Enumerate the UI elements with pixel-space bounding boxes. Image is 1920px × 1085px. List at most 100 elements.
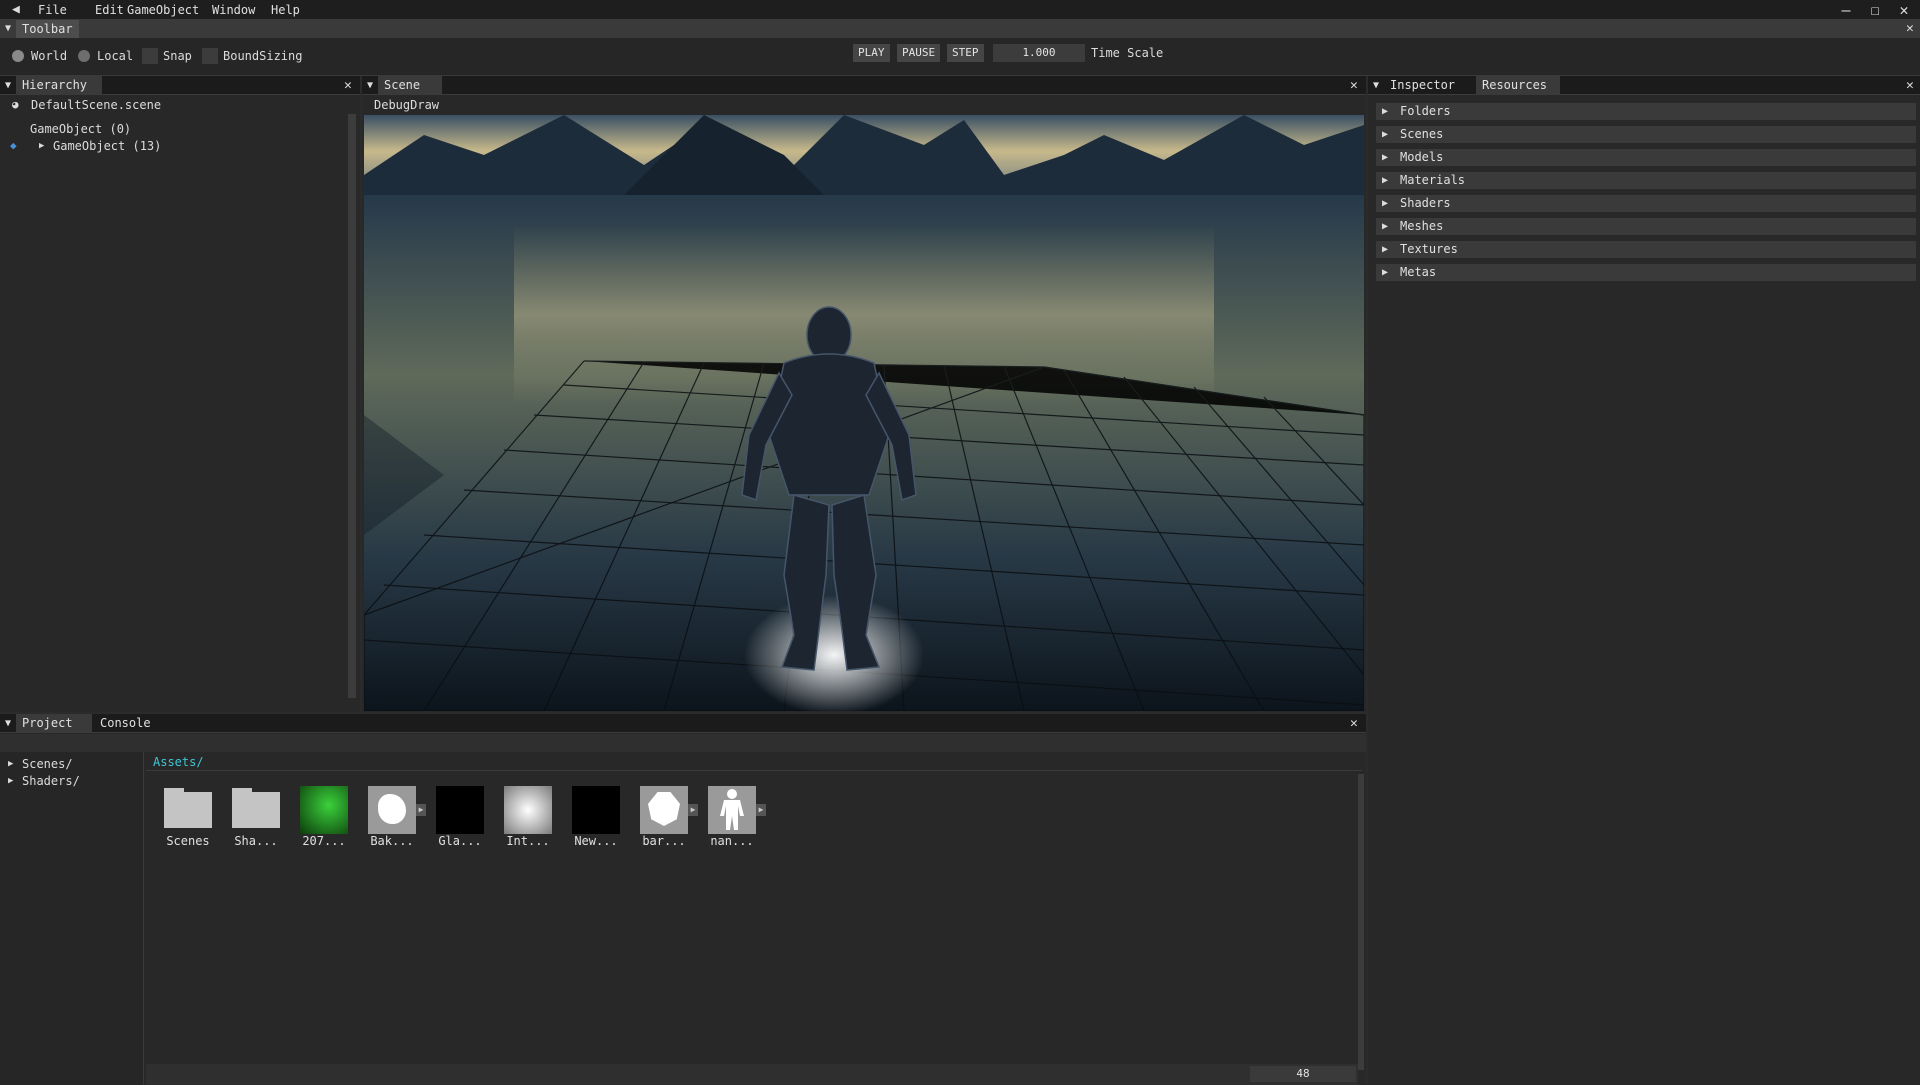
expand-arrow-icon[interactable]: ▶ bbox=[688, 804, 698, 816]
collapse-icon[interactable]: ▼ bbox=[1373, 76, 1379, 95]
close-hierarchy-icon[interactable]: ✕ bbox=[344, 76, 352, 95]
resource-metas[interactable]: ▶ Metas bbox=[1376, 264, 1916, 281]
collapse-icon[interactable]: ▼ bbox=[5, 714, 11, 733]
resource-models[interactable]: ▶ Models bbox=[1376, 149, 1916, 166]
expand-arrow-icon[interactable]: ▶ bbox=[8, 773, 13, 789]
assets-breadcrumb[interactable]: Assets/ bbox=[153, 754, 204, 770]
project-tree: ▶ Scenes/ ▶ Shaders/ bbox=[0, 752, 144, 1085]
step-button[interactable]: STEP bbox=[947, 44, 984, 62]
tree-item-shaders[interactable]: Shaders/ bbox=[22, 773, 80, 789]
resource-materials[interactable]: ▶ Materials bbox=[1376, 172, 1916, 189]
close-project-icon[interactable]: ✕ bbox=[1350, 714, 1358, 733]
menu-bar: ◀ File Edit GameObject Window Help – ☐ ✕ bbox=[0, 0, 1920, 20]
collapse-icon[interactable]: ▼ bbox=[367, 76, 373, 95]
tab-hierarchy[interactable]: Hierarchy bbox=[16, 76, 102, 95]
tree-item-scenes[interactable]: Scenes/ bbox=[22, 756, 73, 772]
scene-viewport[interactable] bbox=[364, 115, 1364, 711]
close-toolbar-icon[interactable]: ✕ bbox=[1906, 20, 1914, 38]
collapse-icon[interactable]: ▼ bbox=[5, 20, 11, 38]
assets-scrollbar[interactable] bbox=[1358, 774, 1364, 1070]
asset-item[interactable]: Gla... bbox=[426, 786, 486, 856]
maximize-icon[interactable]: ☐ bbox=[1861, 0, 1889, 20]
time-scale-input[interactable]: 1.000 bbox=[993, 44, 1085, 62]
resource-scenes[interactable]: ▶ Scenes bbox=[1376, 126, 1916, 143]
divider bbox=[146, 770, 1362, 771]
expand-arrow-icon[interactable]: ▶ bbox=[416, 804, 426, 816]
boundsizing-checkbox[interactable] bbox=[202, 48, 218, 64]
scene-render bbox=[364, 115, 1364, 711]
menu-file[interactable]: File bbox=[33, 0, 72, 20]
expand-arrow-icon: ▶ bbox=[1382, 175, 1389, 186]
app-logo-icon: ◀ bbox=[12, 2, 20, 17]
pause-button[interactable]: PAUSE bbox=[897, 44, 941, 62]
expand-arrow-icon: ▶ bbox=[1382, 198, 1389, 209]
play-button[interactable]: PLAY bbox=[853, 44, 890, 62]
gradient-texture-icon bbox=[504, 786, 552, 834]
boundsizing-label: BoundSizing bbox=[223, 49, 303, 63]
menu-help[interactable]: Help bbox=[266, 0, 305, 20]
expand-arrow-icon: ▶ bbox=[1382, 267, 1389, 278]
tab-project[interactable]: Project bbox=[16, 714, 92, 733]
tab-scene[interactable]: Scene bbox=[378, 76, 442, 95]
asset-item[interactable]: ▶ Bak... bbox=[358, 786, 426, 856]
tab-inspector[interactable]: Inspector bbox=[1384, 76, 1461, 95]
world-radio[interactable] bbox=[12, 50, 24, 62]
hierarchy-item[interactable]: GameObject (0) bbox=[30, 121, 131, 137]
resource-folders[interactable]: ▶ Folders bbox=[1376, 103, 1916, 120]
hierarchy-scrollbar[interactable] bbox=[348, 114, 356, 698]
debugdraw-label[interactable]: DebugDraw bbox=[374, 97, 439, 113]
asset-item[interactable]: ▶ nan... bbox=[698, 786, 766, 856]
expand-arrow-icon[interactable]: ▶ bbox=[39, 138, 44, 154]
tab-console[interactable]: Console bbox=[94, 714, 157, 733]
hierarchy-titlebar: ▼ Hierarchy ✕ bbox=[0, 76, 360, 95]
scene-icon: ◕ bbox=[12, 98, 19, 111]
local-label: Local bbox=[97, 49, 134, 63]
menu-window[interactable]: Window bbox=[207, 0, 260, 20]
snap-label: Snap bbox=[163, 49, 192, 63]
resource-textures[interactable]: ▶ Textures bbox=[1376, 241, 1916, 258]
asset-item[interactable]: New... bbox=[562, 786, 622, 856]
snap-checkbox[interactable] bbox=[142, 48, 158, 64]
close-scene-icon[interactable]: ✕ bbox=[1350, 76, 1358, 95]
minimize-icon[interactable]: – bbox=[1832, 0, 1860, 20]
asset-item[interactable]: ▶ bar... bbox=[630, 786, 698, 856]
toolbar-panel: ▼ Toolbar ✕ World Local Snap BoundSizing… bbox=[0, 20, 1920, 76]
black-texture-icon bbox=[572, 786, 620, 834]
inspector-titlebar: ▼ Inspector Resources ✕ bbox=[1368, 76, 1920, 95]
hierarchy-panel: ▼ Hierarchy ✕ ◕ DefaultScene.scene GameO… bbox=[0, 76, 360, 712]
expand-arrow-icon[interactable]: ▶ bbox=[8, 756, 13, 772]
toolbar-title: Toolbar bbox=[16, 20, 79, 38]
hierarchy-item[interactable]: GameObject (13) bbox=[53, 138, 161, 154]
expand-arrow-icon[interactable]: ▶ bbox=[756, 804, 766, 816]
expand-arrow-icon: ▶ bbox=[1382, 152, 1389, 163]
collapse-icon[interactable]: ▼ bbox=[5, 76, 11, 95]
model-thumbnail-icon bbox=[640, 786, 688, 834]
thumbnail-size-slider[interactable]: 48 bbox=[1250, 1066, 1356, 1082]
toolbar-titlebar: ▼ Toolbar ✕ bbox=[0, 20, 1920, 38]
resource-shaders[interactable]: ▶ Shaders bbox=[1376, 195, 1916, 212]
menu-gameobject[interactable]: GameObject bbox=[122, 0, 204, 20]
tab-resources[interactable]: Resources bbox=[1476, 76, 1560, 95]
expand-arrow-icon: ▶ bbox=[1382, 106, 1389, 117]
character-model-icon bbox=[708, 786, 756, 834]
folder-icon bbox=[164, 786, 212, 834]
asset-item[interactable]: Sha... bbox=[222, 786, 282, 856]
close-window-icon[interactable]: ✕ bbox=[1890, 0, 1918, 20]
scene-titlebar: ▼ Scene ✕ bbox=[362, 76, 1366, 95]
folder-icon bbox=[232, 786, 280, 834]
asset-item[interactable]: Scenes bbox=[154, 786, 214, 856]
expand-arrow-icon: ▶ bbox=[1382, 244, 1389, 255]
close-inspector-icon[interactable]: ✕ bbox=[1906, 76, 1914, 95]
asset-item[interactable]: Int... bbox=[494, 786, 554, 856]
assets-footer bbox=[146, 1064, 1358, 1085]
project-titlebar: ▼ Project Console ✕ bbox=[0, 714, 1366, 733]
project-panel: ▼ Project Console ✕ ▶ Scenes/ ▶ Shaders/… bbox=[0, 714, 1366, 1085]
resource-meshes[interactable]: ▶ Meshes bbox=[1376, 218, 1916, 235]
asset-item[interactable]: 207... bbox=[290, 786, 350, 856]
scene-file-label: DefaultScene.scene bbox=[31, 98, 162, 112]
texture-thumbnail-icon bbox=[300, 786, 348, 834]
expand-arrow-icon: ▶ bbox=[1382, 129, 1389, 140]
expand-arrow-icon: ▶ bbox=[1382, 221, 1389, 232]
local-radio[interactable] bbox=[78, 50, 90, 62]
black-texture-icon bbox=[436, 786, 484, 834]
